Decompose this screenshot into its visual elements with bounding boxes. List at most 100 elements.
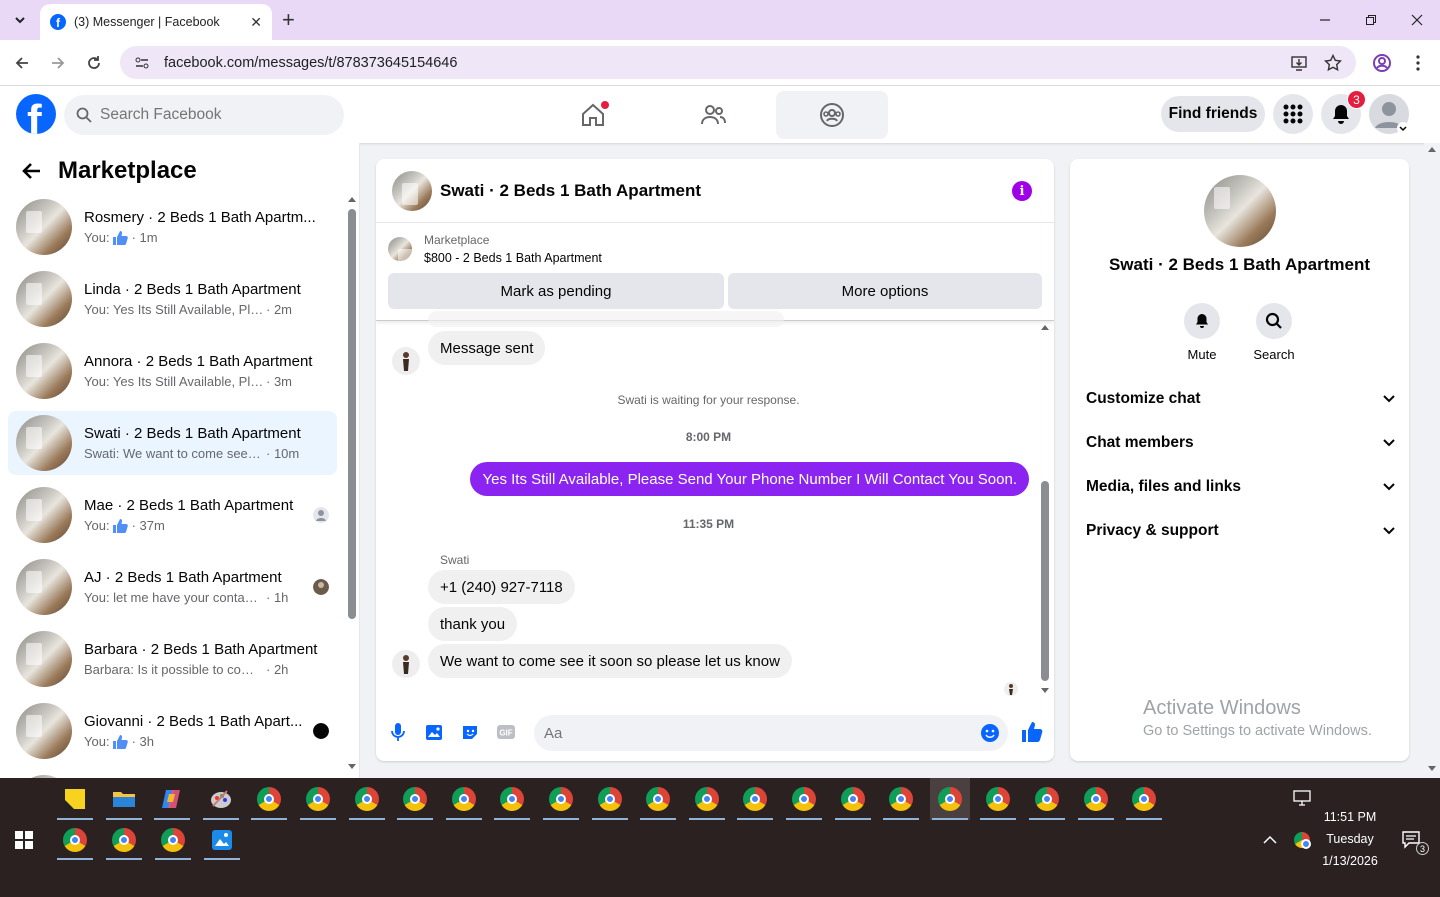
scroll-up-icon[interactable] bbox=[347, 195, 357, 203]
scroll-up-icon[interactable] bbox=[1040, 323, 1050, 331]
info-icon[interactable]: i bbox=[1012, 181, 1032, 201]
chrome-window-icon[interactable] bbox=[104, 820, 144, 860]
start-button[interactable] bbox=[4, 820, 44, 860]
chrome-window-icon[interactable] bbox=[298, 778, 338, 820]
notification-center-button[interactable]: 3 bbox=[1392, 820, 1432, 860]
conversation-item[interactable]: Swati · 2 Beds 1 Bath Apartment Swati: We… bbox=[8, 411, 337, 475]
details-section-row[interactable]: Privacy & support bbox=[1086, 511, 1396, 551]
chrome-window-icon[interactable] bbox=[929, 778, 970, 820]
back-arrow-icon[interactable] bbox=[20, 160, 42, 182]
scroll-down-icon[interactable] bbox=[347, 763, 357, 771]
outgoing-message-bubble[interactable]: Yes Its Still Available, Please Send You… bbox=[470, 462, 1029, 496]
tab-search-button[interactable] bbox=[6, 6, 34, 34]
sticker-button[interactable] bbox=[457, 719, 483, 745]
message-bubble[interactable]: Message sent bbox=[428, 331, 546, 365]
reload-button[interactable] bbox=[81, 50, 107, 76]
address-bar[interactable]: facebook.com/messages/t/878373645154646 bbox=[120, 46, 1356, 79]
browser-menu-button[interactable] bbox=[1405, 50, 1431, 76]
message-input[interactable] bbox=[544, 724, 964, 742]
more-options-button[interactable]: More options bbox=[728, 273, 1042, 309]
profile-button[interactable] bbox=[1369, 50, 1395, 76]
conversation-item[interactable]: Linda · 2 Beds 1 Bath Apartment You: Yes … bbox=[8, 267, 337, 331]
friends-nav-button[interactable] bbox=[657, 91, 769, 139]
menu-grid-button[interactable] bbox=[1273, 94, 1313, 134]
paint-icon[interactable] bbox=[201, 778, 241, 820]
chrome-window-icon[interactable] bbox=[1076, 778, 1116, 820]
chrome-window-icon[interactable] bbox=[395, 778, 435, 820]
sidebar-scroll-thumb[interactable] bbox=[348, 209, 356, 619]
groups-nav-button[interactable] bbox=[776, 91, 888, 139]
chrome-window-icon[interactable] bbox=[978, 778, 1018, 820]
chrome-window-icon[interactable] bbox=[249, 778, 289, 820]
copilot-icon[interactable] bbox=[152, 778, 192, 820]
chrome-window-icon[interactable] bbox=[784, 778, 824, 820]
chrome-window-icon[interactable] bbox=[153, 820, 193, 860]
mark-as-pending-button[interactable]: Mark as pending bbox=[388, 273, 724, 309]
chrome-window-icon[interactable] bbox=[347, 778, 387, 820]
chrome-window-icon[interactable] bbox=[687, 778, 727, 820]
close-window-button[interactable] bbox=[1394, 0, 1440, 40]
home-nav-button[interactable] bbox=[537, 91, 649, 139]
chrome-window-icon[interactable] bbox=[541, 778, 581, 820]
facebook-search-box[interactable] bbox=[64, 95, 344, 135]
chrome-window-icon[interactable] bbox=[833, 778, 873, 820]
conversation-item[interactable]: Giovanni · 2 Beds 1 Bath Apart... You: · 3… bbox=[8, 699, 337, 763]
find-friends-button[interactable]: Find friends bbox=[1161, 96, 1265, 132]
sticky-notes-icon[interactable] bbox=[55, 778, 95, 820]
listing-thumbnail[interactable] bbox=[388, 237, 412, 261]
browser-tab[interactable]: f (3) Messenger | Facebook ✕ bbox=[40, 4, 272, 40]
chrome-window-icon[interactable] bbox=[1027, 778, 1067, 820]
system-clock[interactable]: 11:51 PM Tuesday 1/13/2026 bbox=[1305, 806, 1395, 872]
gif-button[interactable]: GIF bbox=[493, 719, 519, 745]
message-bubble[interactable]: +1 (240) 927-7118 bbox=[428, 570, 575, 604]
message-input-box[interactable] bbox=[534, 715, 1008, 751]
chrome-window-icon[interactable] bbox=[735, 778, 775, 820]
file-explorer-icon[interactable] bbox=[104, 778, 144, 820]
new-tab-button[interactable]: + bbox=[282, 8, 295, 32]
voice-clip-button[interactable] bbox=[385, 719, 411, 745]
scroll-down-icon[interactable] bbox=[1040, 687, 1050, 695]
minimize-button[interactable] bbox=[1302, 0, 1348, 40]
sidebar-scrollbar[interactable] bbox=[347, 195, 357, 771]
photos-app-icon[interactable] bbox=[202, 820, 242, 860]
back-button[interactable] bbox=[9, 50, 35, 76]
message-bubble[interactable]: We want to come see it soon so please le… bbox=[428, 644, 792, 678]
scroll-up-icon[interactable] bbox=[1427, 145, 1437, 153]
scroll-down-icon[interactable] bbox=[1427, 765, 1437, 773]
chrome-window-icon[interactable] bbox=[444, 778, 484, 820]
account-button[interactable] bbox=[1369, 94, 1409, 134]
mute-button[interactable]: Mute bbox=[1172, 303, 1232, 362]
listing-title[interactable]: $800 - 2 Beds 1 Bath Apartment bbox=[424, 251, 602, 265]
page-scrollbar[interactable] bbox=[1424, 143, 1440, 778]
details-section-row[interactable]: Customize chat bbox=[1086, 379, 1396, 419]
chrome-window-icon[interactable] bbox=[590, 778, 630, 820]
bookmark-star-icon[interactable] bbox=[1324, 54, 1342, 72]
site-settings-icon[interactable] bbox=[134, 55, 150, 71]
conversation-item[interactable]: AJ · 2 Beds 1 Bath Apartment You: let me … bbox=[8, 555, 337, 619]
conversation-item[interactable]: Mae · 2 Beds 1 Bath Apartment You: · 37m bbox=[8, 483, 337, 547]
facebook-logo-icon[interactable]: f bbox=[16, 94, 56, 134]
details-section-row[interactable]: Media, files and links bbox=[1086, 467, 1396, 507]
chrome-window-icon[interactable] bbox=[1124, 778, 1164, 820]
conversation-item[interactable]: Barbara · 2 Beds 1 Bath Apartment Barbara… bbox=[8, 627, 337, 691]
search-input[interactable] bbox=[100, 106, 320, 124]
conversation-item[interactable]: Rosmery · 2 Beds 1 Bath Apartm... You: · 1… bbox=[8, 195, 337, 259]
chrome-window-icon[interactable] bbox=[492, 778, 532, 820]
forward-button[interactable] bbox=[45, 50, 71, 76]
profile-avatar[interactable] bbox=[1204, 175, 1276, 247]
show-hidden-icons-button[interactable] bbox=[1258, 820, 1282, 860]
message-bubble[interactable]: thank you bbox=[428, 607, 518, 641]
chrome-window-icon[interactable] bbox=[881, 778, 921, 820]
conversation-item[interactable] bbox=[8, 771, 337, 778]
url-text[interactable]: facebook.com/messages/t/878373645154646 bbox=[164, 55, 457, 71]
attach-photo-button[interactable] bbox=[421, 719, 447, 745]
send-like-button[interactable] bbox=[1019, 719, 1045, 745]
chat-scrollbar[interactable] bbox=[1040, 321, 1050, 699]
chat-avatar[interactable] bbox=[392, 171, 432, 211]
profile-name[interactable]: Swati · 2 Beds 1 Bath Apartment bbox=[1070, 255, 1409, 275]
chrome-window-icon[interactable] bbox=[55, 820, 95, 860]
conversation-item[interactable]: Annora · 2 Beds 1 Bath Apartment You: Yes… bbox=[8, 339, 337, 403]
install-app-icon[interactable] bbox=[1290, 54, 1308, 72]
search-in-conversation-button[interactable]: Search bbox=[1244, 303, 1304, 362]
sender-avatar[interactable] bbox=[392, 650, 420, 678]
